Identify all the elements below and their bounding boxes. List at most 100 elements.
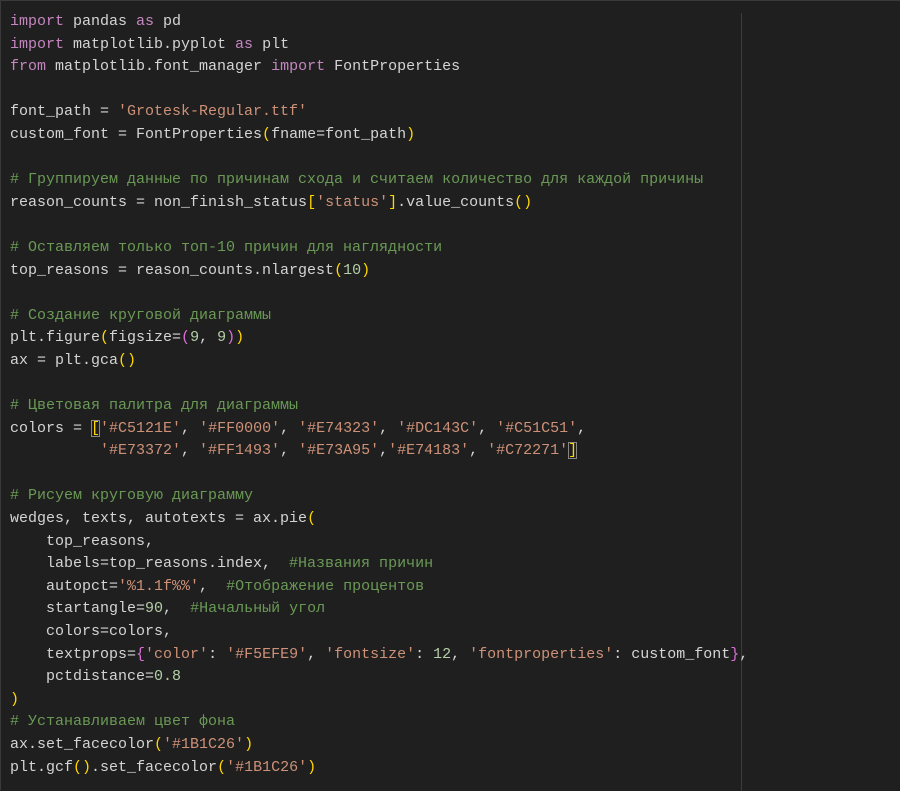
code-line[interactable]: # Рисуем круговую диаграмму (10, 485, 748, 508)
code-token: '#1B1C26' (226, 758, 308, 776)
code-token: '#FF1493' (199, 442, 281, 460)
code-line[interactable]: # Оставляем только топ-10 причин для наг… (10, 237, 748, 260)
code-token: ( (217, 758, 227, 776)
code-line[interactable]: custom_font = FontProperties(fname=font_… (10, 124, 748, 147)
code-token: import (10, 35, 65, 53)
code-line[interactable] (10, 214, 748, 237)
code-token: 9 (190, 329, 200, 347)
code-line[interactable]: wedges, texts, autotexts = ax.pie( (10, 508, 748, 531)
code-token: pctdistance= (10, 668, 155, 686)
code-token: , (181, 419, 200, 437)
code-token: ) (226, 329, 236, 347)
code-token: import (271, 58, 326, 76)
code-token: colors=colors, (10, 623, 173, 641)
code-token: 'Grotesk-Regular.ttf' (118, 103, 308, 121)
code-token: , (739, 645, 749, 663)
code-token: #Начальный угол (190, 600, 326, 618)
code-line[interactable]: textprops={'color': '#F5EFE9', 'fontsize… (10, 644, 748, 667)
code-token: FontProperties (325, 58, 461, 76)
code-token: '#E74323' (298, 419, 380, 437)
code-line[interactable]: plt.gcf().set_facecolor('#1B1C26') (10, 757, 748, 780)
code-token: '#E74183' (388, 442, 470, 460)
code-token: : (415, 645, 434, 663)
code-token: '#C5121E' (100, 419, 182, 437)
code-token: , (280, 419, 299, 437)
code-line[interactable]: # Цветовая палитра для диаграммы (10, 395, 748, 418)
code-token: ( (100, 329, 110, 347)
code-token: '#1B1C26' (163, 736, 245, 753)
code-token: , (280, 442, 299, 460)
code-token: '#FF0000' (199, 419, 281, 437)
code-line[interactable] (10, 282, 748, 305)
code-token: 12 (433, 645, 452, 663)
code-line[interactable] (10, 79, 748, 102)
code-line[interactable]: pctdistance=0.8 (10, 666, 748, 689)
code-token: ) (235, 329, 245, 347)
code-line[interactable]: top_reasons, (10, 531, 748, 554)
code-token: , (577, 419, 587, 437)
code-token: # Рисуем круговую диаграмму (10, 487, 254, 505)
code-line[interactable]: ax = plt.gca() (10, 350, 748, 373)
code-token: ] (388, 193, 398, 211)
code-line[interactable]: ) (10, 689, 748, 712)
code-line[interactable]: reason_counts = non_finish_status['statu… (10, 192, 748, 215)
code-token: ( (181, 329, 191, 347)
code-token: () (118, 351, 137, 369)
code-token: ( (307, 510, 317, 528)
code-token: plt (253, 35, 290, 53)
code-line[interactable]: font_path = 'Grotesk-Regular.ttf' (10, 101, 748, 124)
code-line[interactable]: colors=colors, (10, 621, 748, 644)
code-token: reason_counts = non_finish_status (10, 193, 308, 211)
code-token: , (307, 645, 326, 663)
code-token: ax = plt.gca (10, 351, 119, 369)
code-token: , (469, 442, 488, 460)
code-content[interactable]: import pandas as pd import matplotlib.pyp… (10, 11, 748, 779)
code-token: '#C72271' (487, 442, 569, 460)
code-token: # Цветовая палитра для диаграммы (10, 397, 299, 415)
code-token: , (163, 600, 191, 618)
code-line[interactable] (10, 147, 748, 170)
code-editor[interactable]: import pandas as pd import matplotlib.pyp… (0, 0, 900, 791)
code-line[interactable]: labels=top_reasons.index, #Названия прич… (10, 553, 748, 576)
code-token: fname=font_path (271, 125, 407, 143)
code-token: [ (91, 419, 101, 437)
code-line[interactable]: # Устанавливаем цвет фона (10, 711, 748, 734)
code-token: ( (262, 125, 272, 143)
code-token: , (478, 419, 497, 437)
code-line[interactable] (10, 373, 748, 396)
code-token: autopct= (10, 577, 119, 595)
code-line[interactable]: autopct='%1.1f%%', #Отображение проценто… (10, 576, 748, 599)
code-line[interactable]: import pandas as pd (10, 11, 748, 34)
code-token: 'status' (316, 193, 389, 211)
code-token: 9 (217, 329, 227, 347)
code-token: labels=top_reasons.index, (10, 555, 290, 573)
code-line[interactable]: '#E73372', '#FF1493', '#E73A95','#E74183… (10, 440, 748, 463)
code-token: '#DC143C' (397, 419, 479, 437)
code-token: #Отображение процентов (226, 577, 425, 595)
code-line[interactable]: top_reasons = reason_counts.nlargest(10) (10, 260, 748, 283)
code-line[interactable]: ax.set_facecolor('#1B1C26') (10, 734, 748, 757)
code-line[interactable]: startangle=90, #Начальный угол (10, 598, 748, 621)
code-token: ) (244, 736, 254, 753)
code-token: '#C51C51' (496, 419, 578, 437)
code-token: matplotlib.pyplot (64, 35, 236, 53)
code-token: plt.figure (10, 329, 101, 347)
code-token: import (10, 13, 65, 30)
code-line[interactable] (10, 463, 748, 486)
code-token: : custom_font (613, 645, 731, 663)
code-token: '#E73372' (100, 442, 182, 460)
code-token: .value_counts (397, 193, 515, 211)
code-line[interactable]: # Создание круговой диаграммы (10, 305, 748, 328)
code-token: .set_facecolor (91, 758, 218, 776)
code-token: font_path = (10, 103, 119, 121)
code-line[interactable]: # Группируем данные по причинам схода и … (10, 169, 748, 192)
code-token: '#F5EFE9' (226, 645, 308, 663)
code-line[interactable]: plt.figure(figsize=(9, 9)) (10, 327, 748, 350)
code-line[interactable]: colors = ['#C5121E', '#FF0000', '#E74323… (10, 418, 748, 441)
code-line[interactable]: import matplotlib.pyplot as plt (10, 34, 748, 57)
code-token: ( (334, 261, 344, 279)
code-token: ax.set_facecolor (10, 736, 155, 753)
code-line[interactable]: from matplotlib.font_manager import Font… (10, 56, 748, 79)
code-token: figsize= (109, 329, 182, 347)
